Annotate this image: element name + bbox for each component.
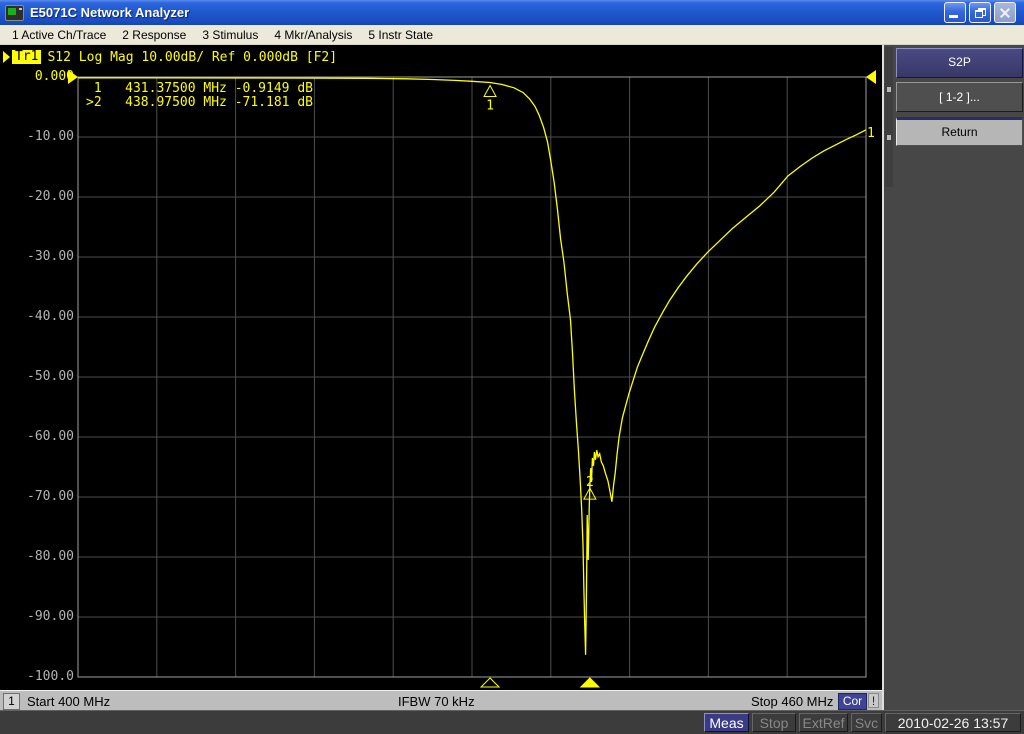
minimize-button[interactable] bbox=[944, 2, 966, 23]
y-axis-tick: -30.00 bbox=[27, 249, 74, 264]
y-axis-tick: -50.00 bbox=[27, 369, 74, 384]
window-titlebar: E5071C Network Analyzer bbox=[0, 0, 1024, 25]
instrument-status-bar: Meas Stop ExtRef Svc 2010-02-26 13:57 bbox=[0, 710, 1024, 734]
y-axis-tick: -20.00 bbox=[27, 189, 74, 204]
window-controls bbox=[944, 2, 1016, 23]
restore-button[interactable] bbox=[969, 2, 991, 23]
marker-1-stimulus-indicator bbox=[479, 677, 501, 688]
svc-status-badge: Svc bbox=[851, 713, 882, 732]
marker-1-readout: 1 431.37500 MHz -0.9149 dB bbox=[86, 81, 313, 96]
ref-level-indicator-right bbox=[866, 70, 876, 84]
menu-mkr-analysis[interactable]: 4 Mkr/Analysis bbox=[268, 27, 358, 43]
softkey-ports-1-2[interactable]: [ 1-2 ]... bbox=[896, 82, 1023, 112]
marker-2-number: 2 bbox=[586, 475, 594, 490]
channel-number-badge: 1 bbox=[3, 693, 20, 710]
start-frequency-label: Start 400 MHz bbox=[27, 694, 111, 709]
app-icon bbox=[5, 4, 24, 21]
menu-bar: 1 Active Ch/Trace 2 Response 3 Stimulus … bbox=[0, 25, 1024, 45]
marker-readout: 1 431.37500 MHz -0.9149 dB >2 438.97500 … bbox=[86, 82, 313, 109]
marker-2-readout: >2 438.97500 MHz -71.181 dB bbox=[86, 94, 313, 110]
menu-stimulus[interactable]: 3 Stimulus bbox=[196, 27, 264, 43]
softkey-menu: S2P [ 1-2 ]... Return bbox=[882, 45, 1024, 710]
softkey-return[interactable]: Return bbox=[896, 117, 1023, 146]
close-button[interactable] bbox=[994, 2, 1016, 23]
marker-1-number: 1 bbox=[486, 98, 494, 113]
menu-active-ch-trace[interactable]: 1 Active Ch/Trace bbox=[6, 27, 112, 43]
trace-end-channel-label: 1 bbox=[867, 126, 875, 141]
y-axis-labels: 0.000 -10.00 -20.00 -30.00 -40.00 -50.00 -60.0… bbox=[0, 45, 74, 690]
trace-format-label: S12 Log Mag 10.00dB/ Ref 0.000dB [F2] bbox=[47, 49, 338, 65]
menu-instr-state[interactable]: 5 Instr State bbox=[362, 27, 439, 43]
minimize-icon bbox=[949, 15, 958, 18]
meas-status-badge: Meas bbox=[704, 713, 749, 732]
extref-status-badge: ExtRef bbox=[799, 713, 848, 732]
window-title: E5071C Network Analyzer bbox=[30, 5, 190, 20]
stop-frequency-label: Stop 460 MHz bbox=[751, 694, 834, 709]
y-axis-tick: -80.00 bbox=[27, 549, 74, 564]
scroll-mark bbox=[887, 135, 891, 140]
measurement-screen: 121 Tr1 S12 Log Mag 10.00dB/ Ref 0.000dB… bbox=[0, 45, 882, 690]
stop-status-badge: Stop bbox=[752, 713, 796, 732]
y-axis-tick: -60.00 bbox=[27, 429, 74, 444]
softkey-s2p[interactable]: S2P bbox=[896, 48, 1023, 78]
y-axis-tick: -100.0 bbox=[27, 669, 74, 684]
marker-1-symbol bbox=[483, 84, 497, 97]
clock-label: 2010-02-26 13:57 bbox=[885, 713, 1021, 732]
y-axis-tick: 0.000 bbox=[34, 69, 74, 84]
restore-icon bbox=[975, 8, 986, 18]
y-axis-tick: -10.00 bbox=[27, 129, 74, 144]
y-axis-tick: -40.00 bbox=[27, 309, 74, 324]
alert-badge: ! bbox=[868, 693, 879, 708]
correction-status-badge: Cor bbox=[838, 693, 867, 710]
y-axis-tick: -90.00 bbox=[27, 609, 74, 624]
graph-area: 1 2 1 bbox=[68, 70, 876, 688]
channel-status-bar: 1 Start 400 MHz IFBW 70 kHz Stop 460 MHz… bbox=[0, 690, 882, 710]
menu-response[interactable]: 2 Response bbox=[116, 27, 192, 43]
ifbw-label: IFBW 70 kHz bbox=[398, 694, 475, 709]
scroll-mark bbox=[887, 87, 891, 92]
y-axis-tick: -70.00 bbox=[27, 489, 74, 504]
softkey-scrollbar[interactable] bbox=[885, 47, 893, 187]
marker-2-stimulus-indicator bbox=[579, 677, 601, 688]
